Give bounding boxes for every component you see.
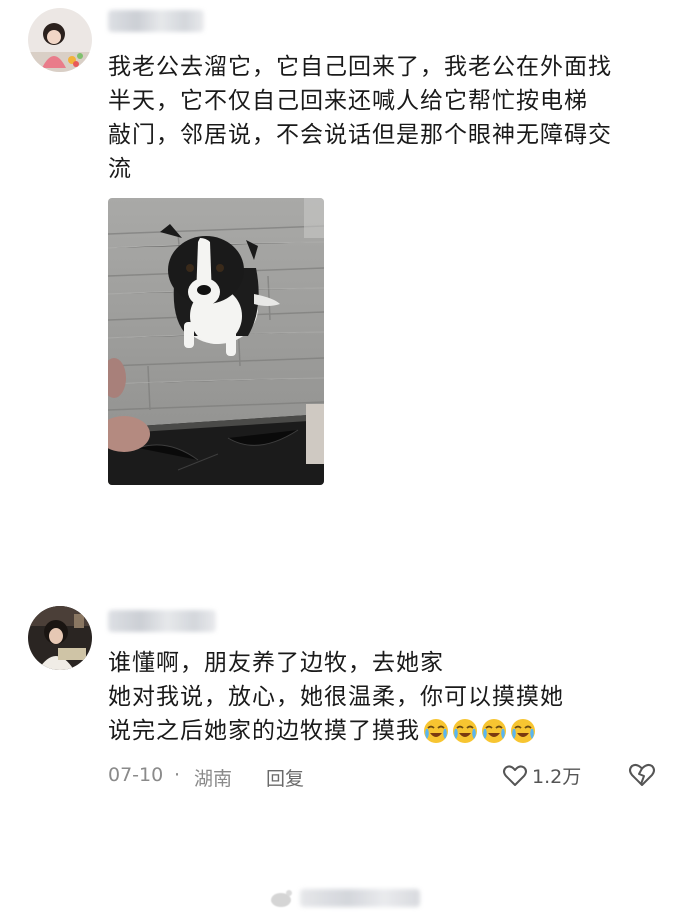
broken-heart-icon	[629, 763, 655, 786]
heart-icon	[503, 764, 527, 786]
reply-meta-row: 07-10 · 湖南 回复 1.2万	[108, 762, 662, 792]
comment-date: 07-10	[108, 764, 164, 786]
like-button[interactable]: 1.2万	[502, 762, 581, 789]
crying-laughing-emoji-icon	[482, 719, 506, 743]
reply-text: 谁懂啊，朋友养了边牧，去她家 她对我说，放心，她很温柔，你可以摸摸她 说完之后她…	[108, 646, 662, 755]
avatar-image	[28, 606, 92, 670]
dog-photo[interactable]	[108, 198, 324, 485]
reply-button[interactable]: 回复	[266, 764, 304, 791]
dislike-button[interactable]	[628, 762, 656, 793]
avatar-image	[28, 8, 92, 72]
post-comment: 我老公去溜它，它自己回来了，我老公在外面找 半天，它不仅自己回来还喊人给它帮忙按…	[0, 0, 690, 500]
weibo-logo-icon	[271, 890, 292, 907]
post-text: 我老公去溜它，它自己回来了，我老公在外面找 半天，它不仅自己回来还喊人给它帮忙按…	[108, 54, 612, 182]
username-blurred[interactable]	[108, 610, 216, 632]
username-blurred[interactable]	[108, 10, 204, 32]
like-count: 1.2万	[532, 766, 582, 788]
border-collie-image	[108, 198, 324, 485]
meta-separator: ·	[174, 764, 181, 786]
watermark	[0, 886, 690, 910]
avatar[interactable]	[28, 8, 92, 72]
crying-laughing-emoji-icon	[511, 719, 535, 743]
crying-laughing-emoji-row	[422, 717, 538, 755]
comment-location: 湖南	[194, 768, 233, 790]
crying-laughing-emoji-icon	[453, 719, 477, 743]
crying-laughing-emoji-icon	[424, 719, 448, 743]
watermark-text-blurred	[300, 889, 420, 907]
avatar[interactable]	[28, 606, 92, 670]
